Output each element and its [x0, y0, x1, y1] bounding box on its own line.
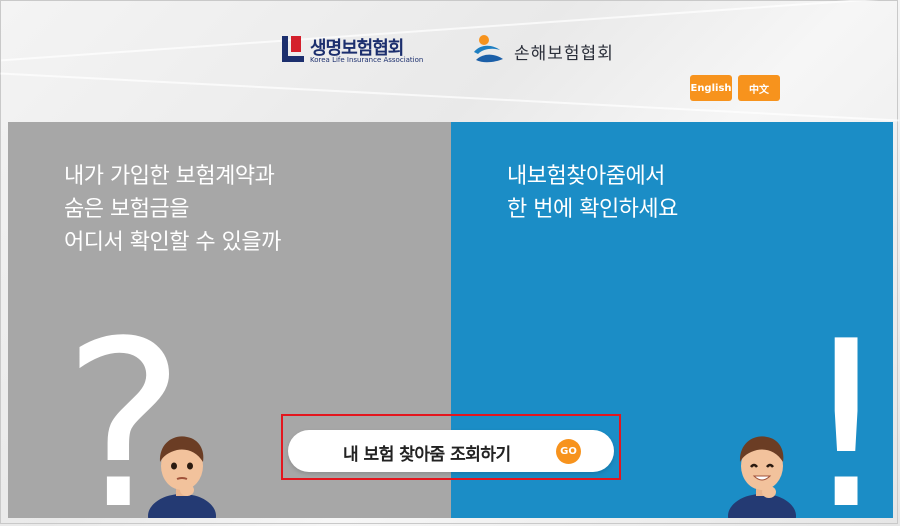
left-heading-line: 어디서 확인할 수 있을까 — [64, 230, 281, 255]
life-insurance-association-logo[interactable]: 생명보험협회 Korea Life Insurance Association — [282, 34, 432, 66]
header: 생명보험협회 Korea Life Insurance Association … — [0, 0, 900, 122]
life-association-subtitle: Korea Life Insurance Association — [310, 56, 424, 64]
left-heading-line: 숨은 보험금을 — [64, 197, 189, 222]
find-my-insurance-button[interactable]: 내 보험 찾아줌 조회하기 GO — [288, 430, 614, 472]
exclamation-mark-graphic: ! — [800, 293, 893, 519]
life-association-emblem-icon — [282, 36, 304, 62]
smiling-character-illustration — [728, 436, 796, 518]
cta-label: 내 보험 찾아줌 조회하기 — [343, 445, 511, 465]
left-heading-line: 내가 가입한 보험계약과 — [64, 164, 275, 189]
nonlife-association-emblem-icon — [474, 35, 503, 63]
nonlife-association-name: 손해보험협회 — [514, 44, 614, 64]
left-panel-heading: 내가 가입한 보험계약과 숨은 보험금을 어디서 확인할 수 있을까 — [64, 160, 281, 259]
right-heading-line: 한 번에 확인하세요 — [507, 197, 678, 222]
right-panel-heading: 내보험찾아줌에서 한 번에 확인하세요 — [507, 160, 678, 226]
right-heading-line: 내보험찾아줌에서 — [507, 164, 665, 189]
thinking-character-illustration — [148, 436, 216, 518]
go-arrow-badge: GO — [556, 439, 581, 464]
language-chinese-button[interactable]: 中文 — [738, 75, 780, 101]
nonlife-insurance-association-logo[interactable]: 손해보험협회 — [470, 32, 630, 68]
language-english-button[interactable]: English — [690, 75, 732, 101]
